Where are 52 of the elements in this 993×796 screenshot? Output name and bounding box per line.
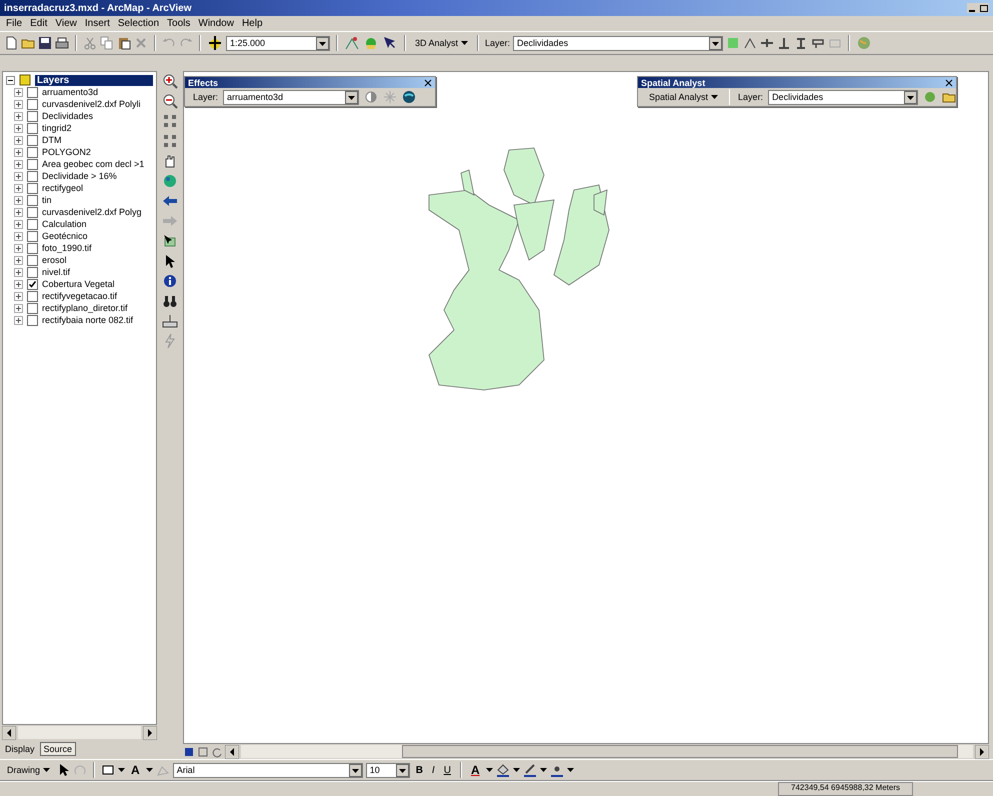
underline-button[interactable]: U [440,764,454,776]
map-canvas[interactable]: Effects Layer: arruamento3d Spatial Analyst Spatial Analyst Layer: Declividades [183,71,989,744]
coordinates-readout: 742349,54 6945988,32 Meters [778,782,913,796]
layer-item[interactable]: foto_1990.tif [42,243,92,253]
layer-item[interactable]: Area geobec com decl >1 [42,159,144,169]
layer-item[interactable]: nivel.tif [42,267,70,277]
layer-item[interactable]: Declividade > 16% [42,171,117,181]
new-text-button[interactable]: A [128,763,143,777]
layer-item[interactable]: arruamento3d [42,87,98,97]
menu-item[interactable]: File [6,18,22,29]
menu-item[interactable]: Tools [167,18,190,29]
spatial-analyst-menu[interactable]: Spatial Analyst [646,92,722,102]
layer-label: Layer: [193,92,218,102]
layer-label: Layer: [485,38,510,48]
menu-item[interactable]: Edit [30,18,48,29]
layer-dropdown[interactable]: Declividades [513,36,724,50]
layer-item[interactable]: Calculation [42,219,87,229]
layer-item[interactable]: rectifyvegetacao.tif [42,291,118,301]
layers-item[interactable]: Layers [35,74,153,86]
layer-item[interactable]: tin [42,195,52,205]
font-color-button[interactable]: A [468,763,483,777]
layer-item[interactable]: Geotécnico [42,231,88,241]
window-title: inserradacruz3.mxd - ArcMap - ArcView [4,2,192,14]
italic-button[interactable]: I [428,764,438,776]
layer-item[interactable]: DTM [42,135,62,145]
layer-item[interactable]: rectifygeol [42,183,84,193]
menu-item[interactable]: Window [198,18,234,29]
3d-analyst-menu[interactable]: 3D Analyst [412,38,472,48]
layer-item[interactable]: rectifybaia norte 082.tif [42,315,134,325]
menu-item[interactable]: Selection [118,18,160,29]
menu-item[interactable]: View [55,18,77,29]
toolbar-title: Spatial Analyst [641,78,706,88]
layer-item[interactable]: tingrid2 [42,123,72,133]
layer-item[interactable]: Cobertura Vegetal [42,279,115,289]
toolbar-title: Effects [188,78,218,88]
layer-item[interactable]: rectifyplano_diretor.tif [42,303,128,313]
font-dropdown[interactable]: Arial [172,762,363,778]
scale-field[interactable]: 1:25.000 [226,36,330,50]
layer-dropdown[interactable]: arruamento3d [223,90,360,104]
layer-item[interactable]: Declividades [42,111,94,121]
layer-item[interactable]: POLYGON2 [42,147,91,157]
drawing-menu[interactable]: Drawing [4,765,54,775]
font-size-dropdown[interactable]: 10 [366,762,410,778]
layer-label: Layer: [738,92,764,102]
layer-item[interactable]: curvasdenivel2.dxf Polyg [42,207,142,217]
bold-button[interactable]: B [412,764,426,776]
menu-item[interactable]: Help [242,18,263,29]
layer-item[interactable]: erosol [42,255,67,265]
menu-item[interactable]: Insert [84,18,110,29]
layer-item[interactable]: curvasdenivel2.dxf Polyli [42,99,141,109]
layer-dropdown[interactable]: Declividades [768,90,918,104]
panel-tab[interactable]: Source [40,742,76,756]
